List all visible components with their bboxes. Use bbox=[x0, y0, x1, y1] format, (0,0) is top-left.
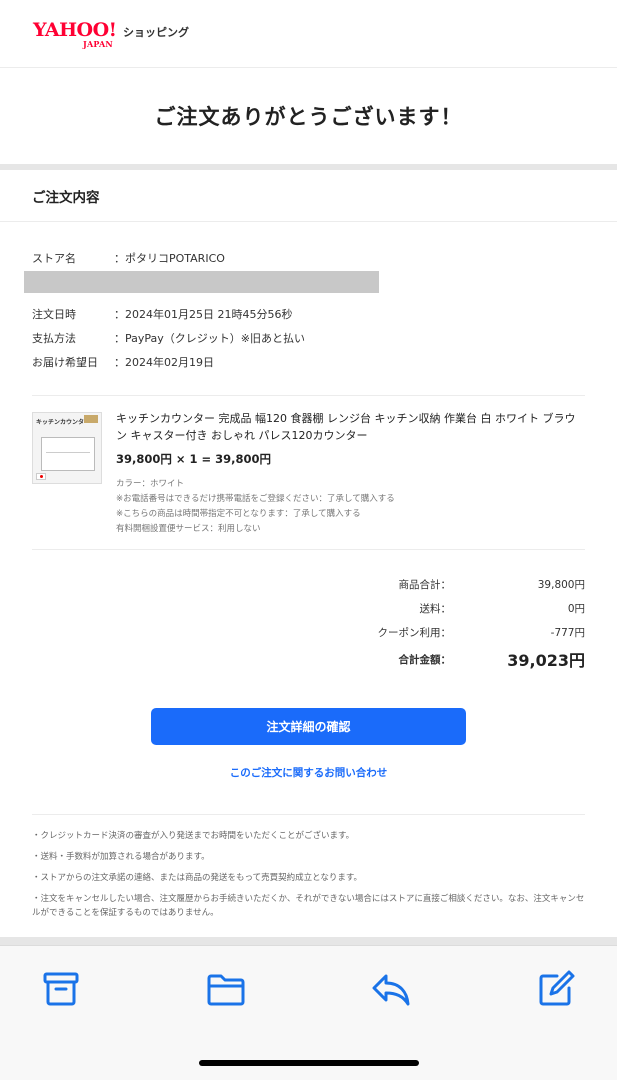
grand-total-value: 39,023円 bbox=[507, 651, 585, 670]
payment-row: 支払方法 ：PayPay（クレジット）※旧あと払い bbox=[32, 326, 585, 350]
coupon-value: -777円 bbox=[550, 626, 585, 639]
payment-value: ：PayPay（クレジット）※旧あと払い bbox=[114, 332, 305, 345]
store-row: ストア名 ：ポタリコPOTARICO bbox=[32, 246, 585, 270]
yahoo-japan-logo: YAHOO! JAPAN bbox=[33, 18, 121, 49]
order-date-label: 注文日時 bbox=[32, 308, 76, 321]
product-option: ※お電話番号はできるだけ携帯電話をご登録ください：了承して購入する bbox=[116, 494, 395, 504]
note-item: ・クレジットカード決済の審査が入り発送までお時間をいただくことがございます。 bbox=[32, 831, 355, 841]
delivery-row: お届け希望日 ：2024年02月19日 bbox=[32, 350, 585, 374]
product-name[interactable]: キッチンカウンター 完成品 幅120 食器棚 レンジ台 キッチン収納 作業台 白… bbox=[116, 410, 585, 444]
redacted-block bbox=[24, 271, 379, 293]
grand-total-label: 合計金額： bbox=[398, 653, 452, 666]
delivery-label: お届け希望日 bbox=[32, 356, 98, 369]
thumbnail-banner: キッチンカウンター bbox=[36, 419, 91, 426]
order-contact-link[interactable]: このご注文に関するお問い合わせ bbox=[0, 765, 617, 780]
grand-total-row: 合計金額： 39,023円 bbox=[32, 644, 586, 674]
detail-button-wrap: 注文詳細の確認 bbox=[0, 708, 617, 745]
section-separator bbox=[0, 937, 617, 945]
coupon-label: クーポン利用： bbox=[377, 626, 452, 639]
payment-label: 支払方法 bbox=[32, 332, 76, 345]
order-totals: 商品合計： 39,800円 送料： 0円 クーポン利用： -777円 合計金額：… bbox=[0, 572, 617, 674]
subtotal-label: 商品合計： bbox=[398, 578, 452, 591]
logo-sub-text: JAPAN bbox=[83, 38, 113, 49]
order-date-row: 注文日時 ：2024年01月25日 21時45分56秒 bbox=[32, 302, 585, 326]
coupon-row: クーポン利用： -777円 bbox=[32, 620, 586, 644]
product-option: ※こちらの商品は時間帯指定不可となります：了承して購入する bbox=[116, 509, 361, 519]
shipping-value: 0円 bbox=[567, 602, 585, 615]
product-option: カラー：ホワイト bbox=[116, 479, 185, 489]
product-price-line: 39,800円 × 1 = 39,800円 bbox=[116, 452, 272, 466]
thanks-title: ご注文ありがとうございます！ bbox=[154, 105, 463, 129]
logo-shopping-text: ショッピング bbox=[123, 25, 189, 39]
logo-main-text: YAHOO! bbox=[33, 18, 117, 41]
thumbnail-badge bbox=[84, 415, 98, 423]
divider bbox=[32, 395, 585, 396]
delivery-value: ：2024年02月19日 bbox=[114, 356, 214, 369]
email-header: YAHOO! JAPAN ショッピング bbox=[0, 0, 617, 68]
order-section-title: ご注文内容 bbox=[0, 170, 617, 222]
note-item: ・注文をキャンセルしたい場合、注文履歴からお手続きいただくか、それができない場合… bbox=[32, 894, 585, 918]
archive-icon[interactable] bbox=[40, 968, 82, 1010]
product-thumbnail[interactable]: キッチンカウンター bbox=[32, 412, 102, 484]
order-info: ストア名 ：ポタリコPOTARICO 注文日時 ：2024年01月25日 21時… bbox=[0, 246, 617, 374]
folder-icon[interactable] bbox=[205, 968, 247, 1010]
note-item: ・送料・手数料が加算される場合があります。 bbox=[32, 852, 210, 862]
compose-icon[interactable] bbox=[535, 968, 577, 1010]
shipping-row: 送料： 0円 bbox=[32, 596, 586, 620]
kitchen-counter-image bbox=[41, 437, 95, 471]
notes: ・クレジットカード決済の審査が入り発送までお時間をいただくことがございます。 ・… bbox=[0, 815, 617, 920]
divider bbox=[32, 549, 585, 550]
reply-icon[interactable] bbox=[370, 968, 412, 1010]
product-option: 有料開梱設置便サービス：利用しない bbox=[116, 524, 261, 534]
order-date-value: ：2024年01月25日 21時45分56秒 bbox=[114, 308, 293, 321]
note-item: ・ストアからの注文承諾の連絡、または商品の発送をもって売買契約成立となります。 bbox=[32, 873, 362, 883]
item-details: キッチンカウンター 完成品 幅120 食器棚 レンジ台 キッチン収納 作業台 白… bbox=[116, 410, 585, 537]
product-options: カラー：ホワイト ※お電話番号はできるだけ携帯電話をご登録ください：了承して購入… bbox=[116, 477, 585, 537]
shipping-label: 送料： bbox=[419, 602, 452, 615]
yahoo-shopping-logo: YAHOO! JAPAN ショッピング bbox=[33, 18, 189, 49]
order-detail-button[interactable]: 注文詳細の確認 bbox=[151, 708, 466, 745]
japan-flag-icon bbox=[36, 473, 46, 480]
order-item: キッチンカウンター キッチンカウンター 完成品 幅120 食器棚 レンジ台 キッ… bbox=[0, 400, 617, 547]
home-indicator[interactable] bbox=[199, 1060, 419, 1066]
subtotal-row: 商品合計： 39,800円 bbox=[32, 572, 586, 596]
store-value: ：ポタリコPOTARICO bbox=[114, 252, 225, 265]
store-label: ストア名 bbox=[32, 252, 76, 265]
subtotal-value: 39,800円 bbox=[537, 578, 585, 591]
